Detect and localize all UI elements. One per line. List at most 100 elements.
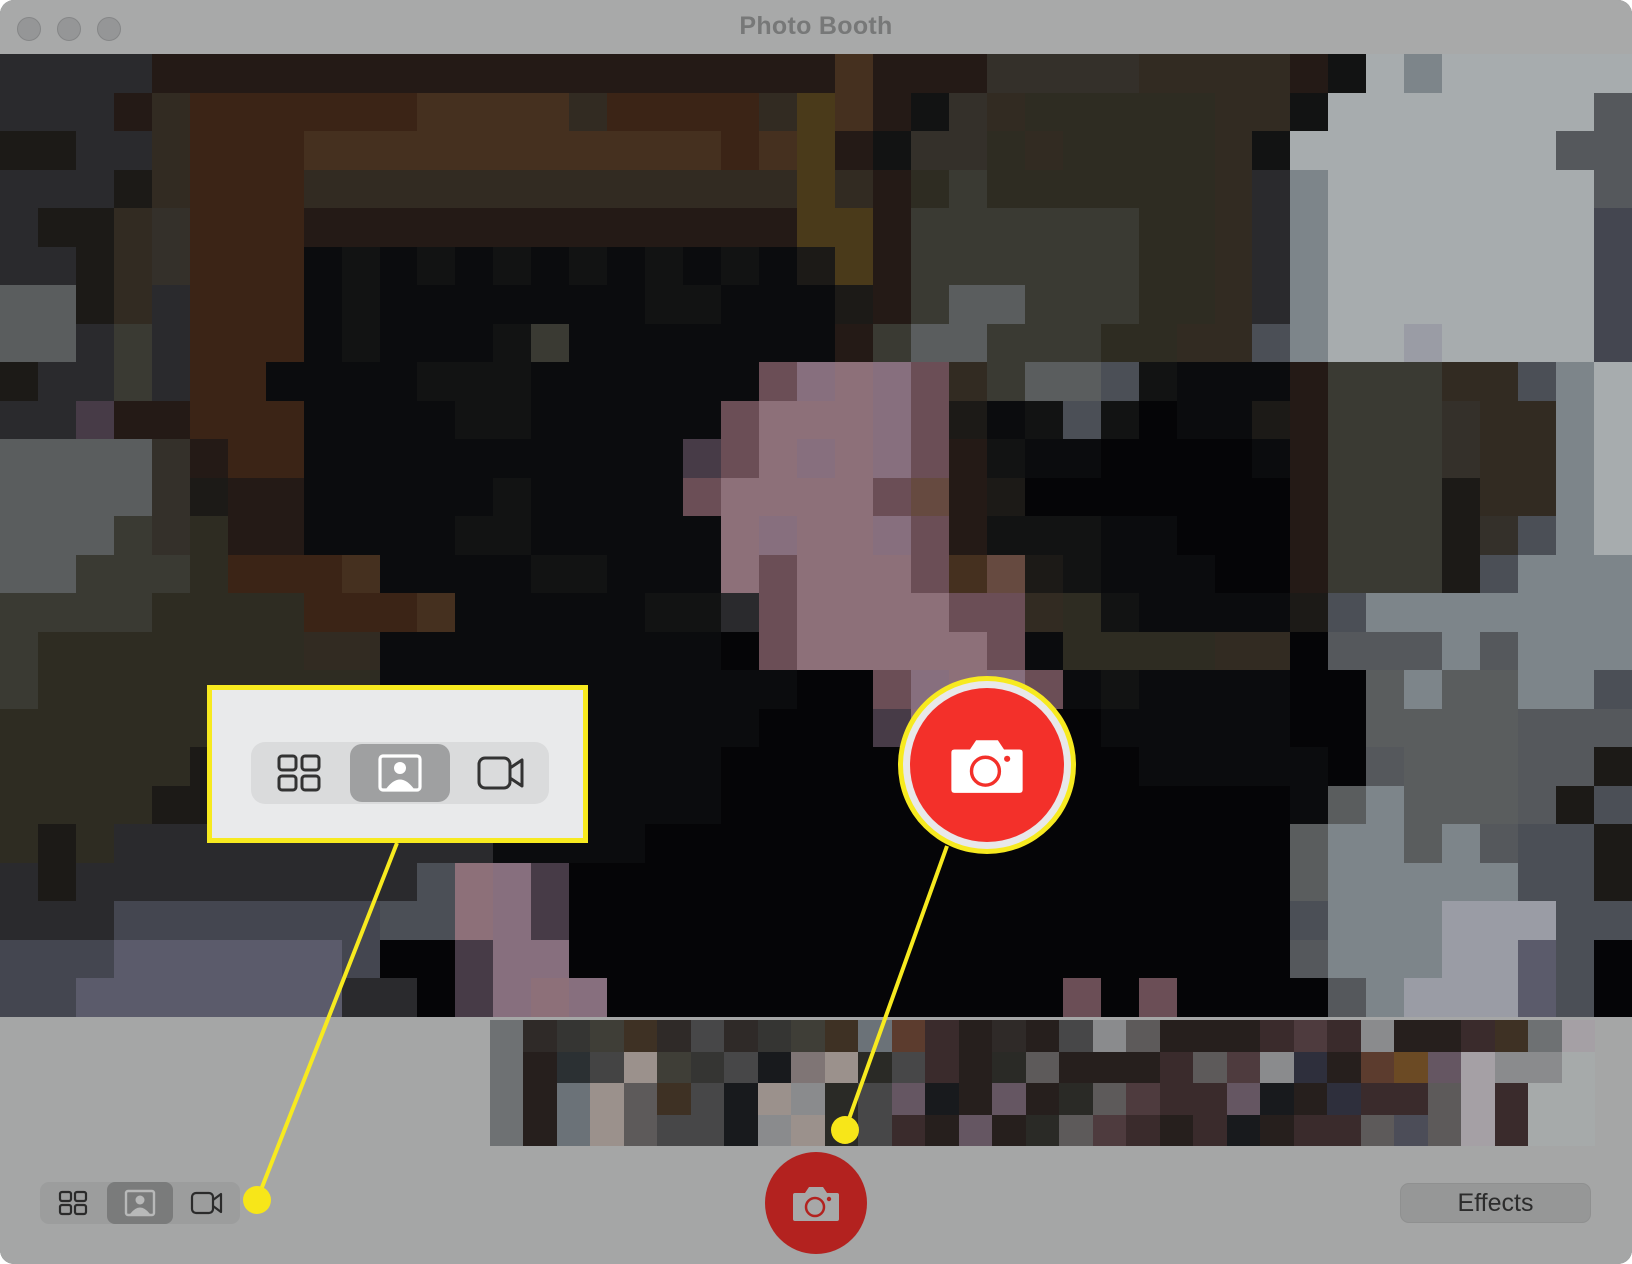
preview-pixel: [37, 939, 76, 979]
thumbnail-pixel: [858, 1020, 892, 1052]
preview-pixel: [189, 131, 228, 170]
thumbnail-pixel: [657, 1020, 691, 1052]
preview-pixel: [1442, 978, 1481, 1017]
thumbnail-pixel: [1394, 1051, 1428, 1083]
preview-pixel: [1518, 246, 1557, 286]
preview-pixel: [531, 631, 570, 671]
preview-pixel: [607, 747, 646, 786]
preview-pixel: [1556, 400, 1595, 440]
preview-pixel: [948, 593, 987, 632]
thumbnail-pixel: [925, 1051, 959, 1083]
preview-pixel: [37, 208, 76, 247]
preview-pixel: [493, 92, 532, 132]
preview-pixel: [1252, 554, 1291, 594]
preview-pixel: [1328, 747, 1367, 786]
preview-pixel: [1328, 631, 1367, 671]
preview-pixel: [1404, 785, 1443, 825]
preview-pixel: [151, 901, 190, 940]
preview-pixel: [1138, 862, 1177, 902]
preview-pixel: [1366, 593, 1405, 632]
preview-pixel: [1214, 862, 1253, 902]
preview-pixel: [1594, 939, 1632, 979]
preview-pixel: [1328, 323, 1367, 363]
preview-pixel: [75, 516, 114, 555]
preview-pixel: [1518, 824, 1557, 863]
thumbnail-pixel: [1360, 1083, 1395, 1115]
preview-pixel: [986, 131, 1025, 170]
preview-pixel: [986, 554, 1025, 594]
preview-pixel: [759, 246, 798, 286]
preview-pixel: [1366, 54, 1405, 93]
thumbnail-pixel: [1193, 1114, 1227, 1146]
mode-video-button[interactable]: [173, 1182, 240, 1224]
window-title: Photo Booth: [739, 12, 893, 40]
preview-pixel: [113, 323, 152, 363]
thumbnail-pixel: [1528, 1114, 1562, 1146]
preview-pixel: [645, 362, 684, 401]
preview-pixel: [1442, 54, 1481, 93]
preview-pixel: [417, 477, 456, 517]
preview-pixel: [1480, 824, 1519, 863]
preview-pixel: [569, 285, 608, 324]
preview-pixel: [1556, 670, 1595, 709]
preview-pixel: [872, 439, 911, 478]
preview-pixel: [1328, 670, 1367, 709]
preview-pixel: [1404, 362, 1443, 401]
preview-pixel: [759, 593, 798, 632]
preview-pixel: [1252, 978, 1291, 1017]
preview-pixel: [759, 554, 798, 594]
preview-pixel: [379, 92, 418, 132]
mode-single-photo-button[interactable]: [106, 1182, 174, 1224]
preview-pixel: [607, 54, 646, 93]
preview-pixel: [910, 92, 949, 132]
thumbnail-pixel: [1059, 1083, 1093, 1115]
preview-pixel: [1594, 901, 1632, 940]
thumbnail-pixel: [523, 1114, 557, 1146]
preview-pixel: [151, 747, 190, 786]
preview-pixel: [0, 901, 38, 940]
preview-pixel: [227, 939, 266, 979]
shutter-button[interactable]: [765, 1152, 867, 1254]
preview-pixel: [645, 477, 684, 517]
preview-pixel: [1252, 208, 1291, 247]
preview-pixel: [1556, 439, 1595, 478]
preview-pixel: [569, 978, 608, 1017]
preview-pixel: [455, 439, 494, 478]
preview-pixel: [1328, 708, 1367, 748]
preview-pixel: [1518, 631, 1557, 671]
preview-pixel: [1176, 54, 1215, 93]
preview-pixel: [1404, 285, 1443, 324]
preview-pixel: [797, 400, 835, 440]
preview-pixel: [1556, 901, 1595, 940]
thumbnail-pixel: [1260, 1083, 1294, 1115]
preview-pixel: [910, 477, 949, 517]
thumbnail-pixel: [1494, 1114, 1529, 1146]
preview-pixel: [645, 285, 684, 324]
preview-pixel: [1100, 708, 1139, 748]
preview-pixel: [1176, 939, 1215, 979]
preview-pixel: [1594, 477, 1632, 517]
preview-pixel: [872, 939, 911, 979]
preview-pixel: [75, 439, 114, 478]
thumbnail-pixel: [1092, 1020, 1127, 1052]
preview-pixel: [1518, 747, 1557, 786]
preview-pixel: [265, 901, 304, 940]
preview-pixel: [645, 439, 684, 478]
preview-pixel: [0, 939, 38, 979]
effects-button[interactable]: Effects: [1400, 1183, 1591, 1223]
thumbnail-strip[interactable]: [490, 1020, 1595, 1146]
preview-pixel: [341, 439, 380, 478]
thumbnail-pixel: [958, 1020, 993, 1052]
preview-pixel: [75, 631, 114, 671]
preview-pixel: [1480, 169, 1519, 209]
preview-pixel: [189, 631, 228, 671]
preview-pixel: [0, 131, 38, 170]
thumbnail-pixel: [690, 1051, 725, 1083]
thumbnail-pixel: [1461, 1083, 1495, 1115]
preview-pixel: [455, 323, 494, 363]
magnified-single-photo-option: [350, 744, 450, 802]
preview-pixel: [37, 554, 76, 594]
preview-pixel: [1442, 708, 1481, 748]
preview-pixel: [1024, 477, 1063, 517]
mode-four-up-button[interactable]: [40, 1182, 107, 1224]
